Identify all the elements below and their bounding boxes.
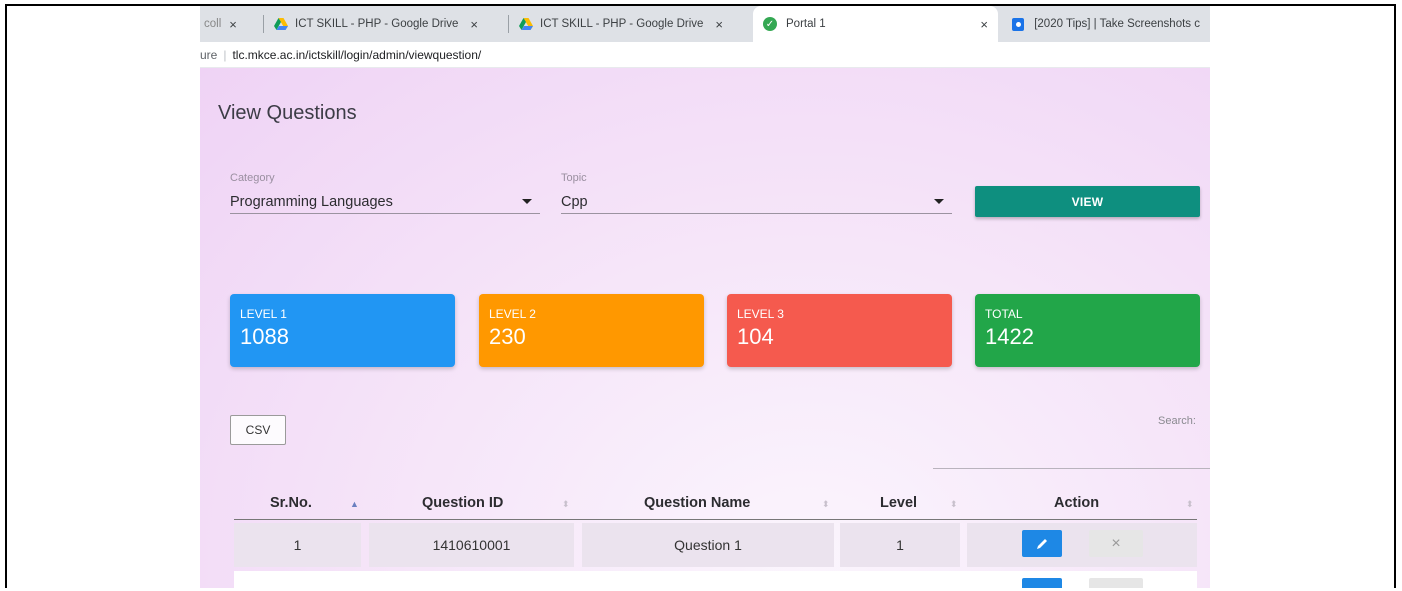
search-input[interactable] <box>933 468 1210 469</box>
topic-select[interactable]: Cpp <box>561 190 952 214</box>
close-tab-icon[interactable]: × <box>229 17 237 32</box>
google-drive-icon <box>274 18 288 30</box>
page-title: View Questions <box>218 102 357 124</box>
stat-value: 1088 <box>240 324 289 349</box>
header-level[interactable]: Level <box>880 486 917 520</box>
close-tab-icon[interactable]: × <box>470 17 478 32</box>
check-circle-icon: ✓ <box>763 17 777 31</box>
tab-label: ICT SKILL - PHP - Google Drive <box>540 18 704 30</box>
cell-action <box>967 523 1197 567</box>
sort-icon[interactable]: ⬍ <box>562 499 570 510</box>
site-icon <box>1012 17 1025 31</box>
header-question-id[interactable]: Question ID <box>422 486 503 520</box>
cell-level: 1 <box>840 523 960 567</box>
stat-value: 230 <box>489 324 526 349</box>
header-srno[interactable]: Sr.No. <box>270 486 312 520</box>
tab-1[interactable]: coll × <box>200 6 264 42</box>
stat-value: 1422 <box>985 324 1034 349</box>
tab-label: Portal 1 <box>786 18 826 30</box>
tab-label: [2020 Tips] | Take Screenshots c <box>1034 18 1200 30</box>
edit-button[interactable] <box>1022 530 1062 557</box>
cell-srno: 1 <box>234 523 361 567</box>
close-tab-icon[interactable]: × <box>980 17 988 32</box>
page-content: View Questions Category Programming Lang… <box>200 68 1210 588</box>
security-label: ure <box>200 47 218 62</box>
sort-icon[interactable]: ⬍ <box>1186 499 1194 510</box>
google-drive-icon <box>519 18 533 30</box>
header-question-name[interactable]: Question Name <box>644 486 750 520</box>
divider: | <box>223 47 227 62</box>
stat-label: TOTAL <box>985 307 1023 321</box>
tab-5[interactable]: [2020 Tips] | Take Screenshots c <box>998 6 1210 42</box>
stat-level-3: LEVEL 3 104 <box>727 294 952 367</box>
stat-total: TOTAL 1422 <box>975 294 1200 367</box>
stat-label: LEVEL 2 <box>489 307 536 321</box>
category-select[interactable]: Programming Languages <box>230 190 540 214</box>
url-text[interactable]: tlc.mkce.ac.in/ictskill/login/admin/view… <box>232 48 481 62</box>
tab-portal[interactable]: ✓ Portal 1 × <box>753 6 998 42</box>
topic-label: Topic <box>561 172 587 184</box>
chevron-down-icon <box>934 199 944 204</box>
sort-icon[interactable]: ⬍ <box>950 499 958 510</box>
stat-label: LEVEL 1 <box>240 307 287 321</box>
category-label: Category <box>230 172 275 184</box>
sort-asc-icon[interactable]: ▲ <box>350 499 359 509</box>
tab-label: ICT SKILL - PHP - Google Drive <box>295 18 459 30</box>
stat-level-2: LEVEL 2 230 <box>479 294 704 367</box>
close-icon: × <box>1111 534 1121 552</box>
header-action[interactable]: Action <box>1054 486 1099 520</box>
view-button[interactable]: VIEW <box>975 186 1200 217</box>
delete-button[interactable]: × <box>1089 530 1143 557</box>
tab-3[interactable]: ICT SKILL - PHP - Google Drive × <box>509 6 753 42</box>
delete-button[interactable] <box>1089 578 1143 588</box>
stat-value: 104 <box>737 324 774 349</box>
tab-strip: coll × ICT SKILL - PHP - Google Drive × … <box>200 6 1210 42</box>
pencil-icon <box>1037 538 1047 549</box>
browser-window: coll × ICT SKILL - PHP - Google Drive × … <box>200 6 1210 588</box>
divider <box>234 519 1197 520</box>
screenshot-frame: coll × ICT SKILL - PHP - Google Drive × … <box>5 4 1396 588</box>
close-tab-icon[interactable]: × <box>715 17 723 32</box>
category-value: Programming Languages <box>230 193 393 210</box>
table-header: Sr.No. ▲ Question ID ⬍ Question Name ⬍ L… <box>234 486 1197 520</box>
tab-label: coll <box>204 18 222 30</box>
address-bar[interactable]: ure | tlc.mkce.ac.in/ictskill/login/admi… <box>200 42 1210 68</box>
stat-label: LEVEL 3 <box>737 307 784 321</box>
cell-question-name: Question 1 <box>582 523 834 567</box>
sort-icon[interactable]: ⬍ <box>822 499 830 510</box>
tab-2[interactable]: ICT SKILL - PHP - Google Drive × <box>264 6 509 42</box>
chevron-down-icon <box>522 199 532 204</box>
csv-button[interactable]: CSV <box>230 415 286 445</box>
edit-button[interactable] <box>1022 578 1062 588</box>
topic-value: Cpp <box>561 193 588 210</box>
cell-question-id: 1410610001 <box>369 523 574 567</box>
stat-level-1: LEVEL 1 1088 <box>230 294 455 367</box>
search-label: Search: <box>1158 415 1196 427</box>
